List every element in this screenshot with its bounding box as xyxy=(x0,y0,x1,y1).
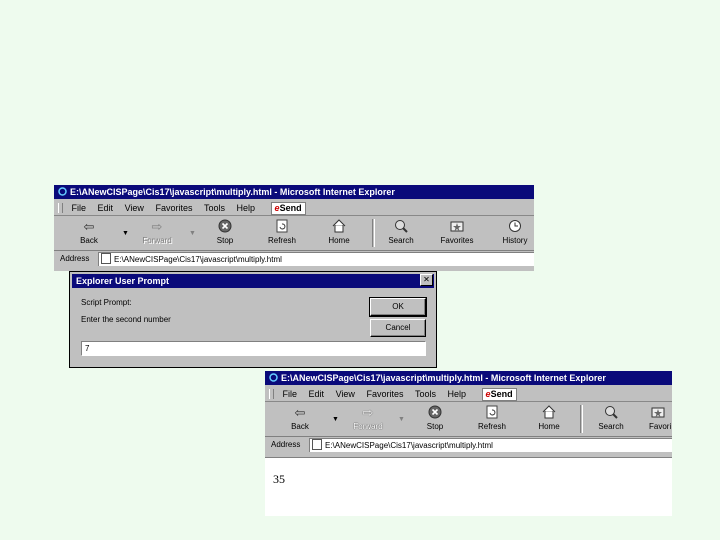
menu-bar: File Edit View Favorites Tools Help eSen… xyxy=(54,201,534,216)
address-bar: Address E:\ANewCISPage\Cis17\javascript\… xyxy=(54,251,534,267)
stop-icon xyxy=(202,218,248,236)
menu-view[interactable]: View xyxy=(336,387,355,401)
ok-button[interactable]: OK xyxy=(369,297,427,317)
browser-window-1: E:\ANewCISPage\Cis17\javascript\multiply… xyxy=(54,185,534,271)
refresh-icon xyxy=(259,218,305,236)
back-dropdown-icon[interactable]: ▼ xyxy=(332,416,339,423)
send-button[interactable]: eSend xyxy=(270,202,306,215)
page-icon xyxy=(101,253,111,264)
home-icon xyxy=(316,218,362,236)
back-dropdown-icon[interactable]: ▼ xyxy=(122,230,129,237)
ie-icon xyxy=(269,372,278,382)
toolbar: ⇦ Back ▼ ⇨ Forward ▼ Stop Refresh Home Sea… xyxy=(265,402,672,437)
menu-favorites[interactable]: Favorites xyxy=(366,387,403,401)
home-button[interactable]: Home xyxy=(316,218,362,248)
home-icon xyxy=(526,404,572,422)
menu-tools[interactable]: Tools xyxy=(204,201,225,215)
cancel-button[interactable]: Cancel xyxy=(370,319,426,337)
toolbar-separator xyxy=(580,405,583,433)
favorites-button[interactable]: Favorites xyxy=(434,218,480,248)
forward-arrow-icon: ⇨ xyxy=(362,405,374,420)
menu-tools[interactable]: Tools xyxy=(415,387,436,401)
refresh-button[interactable]: Refresh xyxy=(259,218,305,248)
favorites-button[interactable]: Favori xyxy=(641,404,672,434)
menu-favorites[interactable]: Favorites xyxy=(155,201,192,215)
address-input[interactable]: E:\ANewCISPage\Cis17\javascript\multiply… xyxy=(309,438,672,452)
dialog-title[interactable]: Explorer User Prompt xyxy=(72,274,434,288)
menu-help[interactable]: Help xyxy=(448,387,467,401)
browser-window-2: E:\ANewCISPage\Cis17\javascript\multiply… xyxy=(265,371,672,516)
menu-edit[interactable]: Edit xyxy=(98,201,114,215)
menu-view[interactable]: View xyxy=(125,201,144,215)
menu-bar: File Edit View Favorites Tools Help eSen… xyxy=(265,387,672,402)
address-input[interactable]: E:\ANewCISPage\Cis17\javascript\multiply… xyxy=(98,252,534,266)
back-button[interactable]: ⇦ Back xyxy=(66,218,112,248)
menu-grip xyxy=(269,389,274,399)
stop-button[interactable]: Stop xyxy=(202,218,248,248)
forward-button[interactable]: ⇨ Forward xyxy=(134,218,180,248)
favorites-icon xyxy=(641,404,672,422)
back-arrow-icon: ⇦ xyxy=(294,405,306,420)
forward-arrow-icon: ⇨ xyxy=(151,219,163,234)
search-icon xyxy=(588,404,634,422)
window-title-bar[interactable]: E:\ANewCISPage\Cis17\javascript\multiply… xyxy=(265,371,672,385)
window-title: E:\ANewCISPage\Cis17\javascript\multiply… xyxy=(70,187,395,197)
forward-dropdown-icon[interactable]: ▼ xyxy=(189,230,196,237)
menu-grip xyxy=(58,203,63,213)
page-content: 35 xyxy=(265,457,672,516)
search-button[interactable]: Search xyxy=(588,404,634,434)
page-icon xyxy=(312,439,322,450)
close-icon[interactable]: ✕ xyxy=(420,274,433,286)
address-bar: Address E:\ANewCISPage\Cis17\javascript\… xyxy=(265,437,672,453)
history-button[interactable]: History xyxy=(492,218,534,248)
home-button[interactable]: Home xyxy=(526,404,572,434)
window-title-bar[interactable]: E:\ANewCISPage\Cis17\javascript\multiply… xyxy=(54,185,534,199)
back-arrow-icon: ⇦ xyxy=(83,219,95,234)
script-prompt-label: Script Prompt: xyxy=(81,298,132,307)
menu-file[interactable]: File xyxy=(72,201,87,215)
toolbar: ⇦ Back ▼ ⇨ Forward ▼ Stop Refresh Home Sea… xyxy=(54,216,534,251)
result-text: 35 xyxy=(273,472,285,486)
ie-icon xyxy=(58,186,67,196)
refresh-button[interactable]: Refresh xyxy=(469,404,515,434)
history-icon xyxy=(492,218,534,236)
favorites-icon xyxy=(434,218,480,236)
menu-file[interactable]: File xyxy=(283,387,298,401)
menu-help[interactable]: Help xyxy=(237,201,256,215)
stop-icon xyxy=(412,404,458,422)
prompt-input[interactable]: 7 xyxy=(81,341,426,356)
menu-edit[interactable]: Edit xyxy=(309,387,325,401)
back-button[interactable]: ⇦ Back xyxy=(277,404,323,434)
refresh-icon xyxy=(469,404,515,422)
search-button[interactable]: Search xyxy=(378,218,424,248)
address-label: Address xyxy=(271,440,301,449)
stop-button[interactable]: Stop xyxy=(412,404,458,434)
explorer-user-prompt-dialog: Explorer User Prompt ✕ Script Prompt: En… xyxy=(69,271,437,368)
search-icon xyxy=(378,218,424,236)
address-label: Address xyxy=(60,254,90,263)
send-button[interactable]: eSend xyxy=(481,388,517,401)
window-title: E:\ANewCISPage\Cis17\javascript\multiply… xyxy=(281,373,606,383)
forward-button[interactable]: ⇨ Forward xyxy=(345,404,391,434)
prompt-message: Enter the second number xyxy=(81,315,171,324)
forward-dropdown-icon[interactable]: ▼ xyxy=(398,416,405,423)
toolbar-separator xyxy=(372,219,375,247)
